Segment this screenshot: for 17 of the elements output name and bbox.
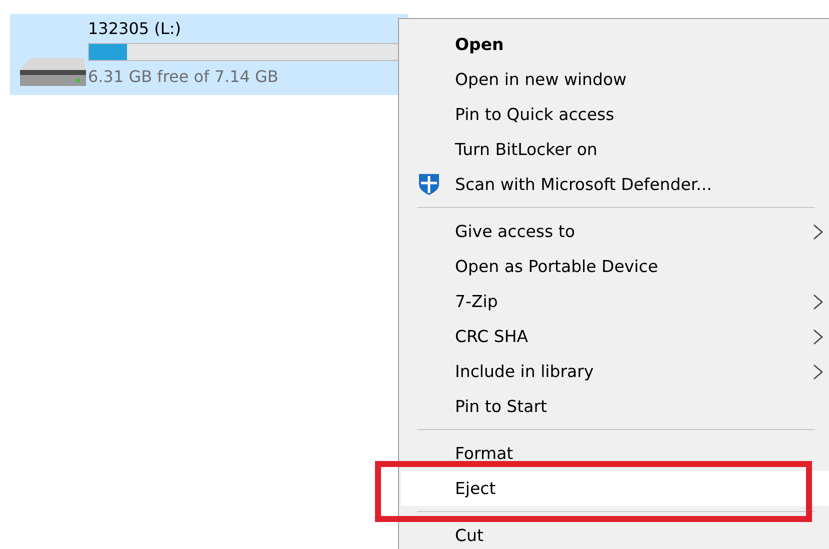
menu-item[interactable]: Open as Portable Device (401, 249, 829, 284)
menu-item[interactable]: Include in library (401, 354, 829, 389)
menu-item[interactable]: Turn BitLocker on (401, 132, 829, 167)
menu-item[interactable]: Eject (401, 471, 829, 506)
menu-item[interactable]: Give access to (401, 214, 829, 249)
menu-item[interactable]: Pin to Quick access (401, 97, 829, 132)
drive-tile[interactable]: 132305 (L:) 6.31 GB free of 7.14 GB (10, 14, 408, 95)
menu-item[interactable]: CRC SHA (401, 319, 829, 354)
drive-label: 132305 (L:) (88, 19, 182, 39)
menu-item[interactable]: Scan with Microsoft Defender... (401, 167, 829, 202)
menu-item[interactable]: 7-Zip (401, 284, 829, 319)
menu-item[interactable]: Cut (401, 518, 829, 549)
drive-icon (18, 56, 88, 88)
menu-item[interactable]: Pin to Start (401, 389, 829, 424)
menu-item[interactable]: Format (401, 436, 829, 471)
shield-icon (417, 172, 441, 196)
free-space-text: 6.31 GB free of 7.14 GB (88, 67, 280, 86)
